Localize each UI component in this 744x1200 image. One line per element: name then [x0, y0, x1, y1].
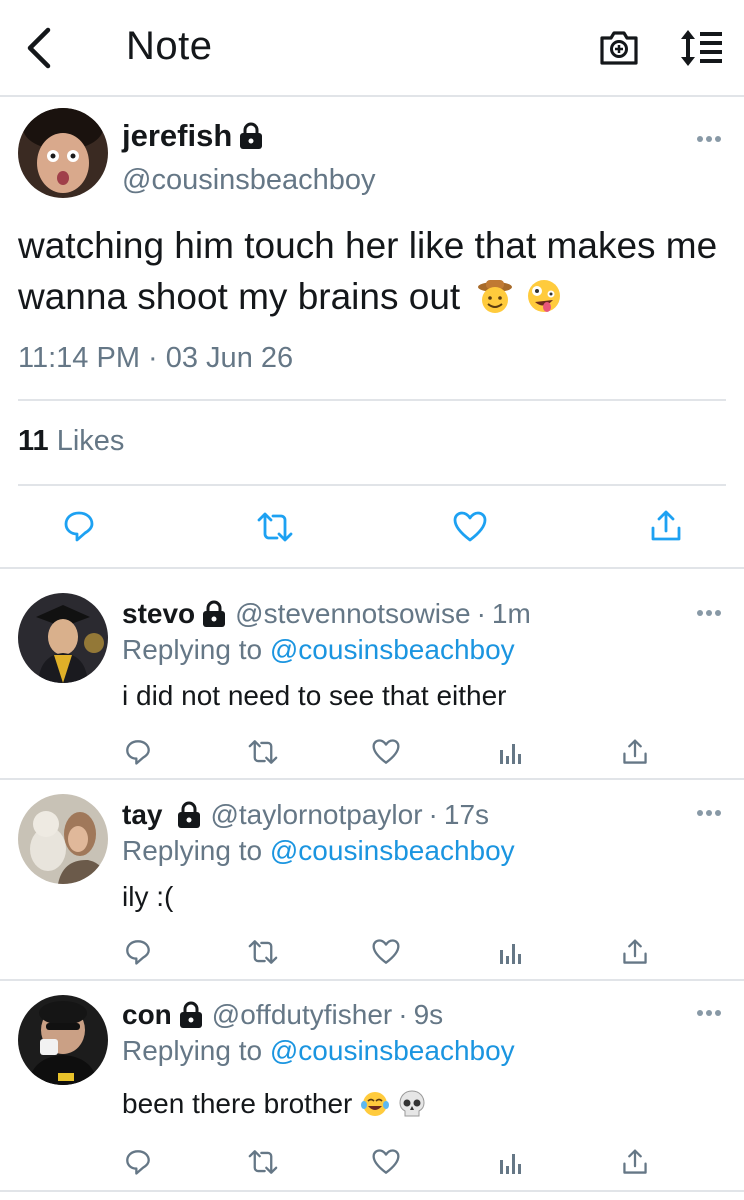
tears-of-joy-emoji: [361, 1092, 390, 1116]
divider: [0, 567, 744, 569]
more-options-icon[interactable]: [696, 808, 722, 818]
lock-icon: [179, 1001, 202, 1028]
reply-author-name[interactable]: con: [122, 999, 172, 1031]
avatar[interactable]: [18, 108, 108, 198]
replying-to-mention[interactable]: @cousinsbeachboy: [270, 634, 515, 665]
sort-icon[interactable]: [678, 24, 726, 72]
like-heart-icon[interactable]: [371, 738, 401, 766]
more-options-icon[interactable]: [696, 134, 722, 144]
reply-author-handle[interactable]: @stevennotsowise: [235, 598, 470, 630]
likes-label: Likes: [56, 425, 125, 457]
tweet-timestamp: 11:14 PM · 03 Jun 26: [18, 342, 294, 374]
replying-to-label: Replying to: [122, 1035, 263, 1066]
like-heart-icon[interactable]: [371, 938, 401, 966]
divider: [18, 399, 726, 401]
more-options-icon[interactable]: [696, 1008, 722, 1018]
avatar[interactable]: [18, 995, 108, 1085]
reply-text: been there brother: [122, 1088, 426, 1120]
more-options-icon[interactable]: [696, 608, 722, 618]
reply-header: con @offdutyfisher · 9s: [122, 999, 443, 1031]
top-bar: Note: [0, 0, 744, 97]
tweet-text: watching him touch her like that makes m…: [18, 220, 734, 322]
reply-text: i did not need to see that either: [122, 680, 507, 711]
avatar[interactable]: [18, 794, 108, 884]
cowboy-face-emoji: [478, 280, 513, 313]
skull-emoji: [399, 1090, 425, 1117]
author-name-text: jerefish: [122, 118, 233, 153]
likes-number: 11: [18, 425, 49, 457]
dot-separator: ·: [398, 999, 408, 1030]
dot-separator: ·: [476, 598, 486, 629]
divider: [18, 484, 726, 486]
replying-to-line: Replying to @cousinsbeachboy: [122, 1035, 515, 1067]
retweet-icon[interactable]: [246, 738, 280, 766]
reply-author-handle[interactable]: @taylornotpaylor: [210, 799, 422, 831]
replying-to-mention[interactable]: @cousinsbeachboy: [270, 1035, 515, 1066]
reply-icon[interactable]: [62, 509, 96, 543]
reply-text-body: been there brother: [122, 1088, 353, 1119]
retweet-icon[interactable]: [246, 938, 280, 966]
reply-author-handle[interactable]: @offdutyfisher: [212, 999, 392, 1031]
author-name[interactable]: jerefish: [122, 118, 264, 154]
like-heart-icon[interactable]: [371, 1148, 401, 1176]
avatar[interactable]: [18, 593, 108, 683]
lock-icon: [240, 122, 263, 149]
lock-icon: [178, 801, 201, 828]
replying-to-label: Replying to: [122, 634, 263, 665]
reply-icon[interactable]: [124, 738, 152, 766]
reply-time: 9s: [413, 999, 444, 1030]
reply-author-name[interactable]: stevo: [122, 598, 195, 630]
divider: [0, 1190, 744, 1192]
reply-header: stevo @stevennotsowise · 1m: [122, 598, 531, 630]
author-handle[interactable]: @cousinsbeachboy: [122, 164, 376, 197]
replying-to-line: Replying to @cousinsbeachboy: [122, 634, 515, 666]
share-icon[interactable]: [650, 508, 682, 544]
likes-count[interactable]: 11 Likes: [18, 425, 124, 458]
divider: [0, 979, 744, 981]
retweet-icon[interactable]: [246, 1148, 280, 1176]
reply-icon[interactable]: [124, 1148, 152, 1176]
divider: [0, 778, 744, 780]
reply-author-name[interactable]: tay: [122, 799, 162, 831]
reply-header: tay @taylornotpaylor · 17s: [122, 799, 489, 831]
replying-to-line: Replying to @cousinsbeachboy: [122, 835, 515, 867]
dot-separator: ·: [428, 799, 438, 830]
reply-time: 1m: [491, 598, 531, 629]
zany-face-emoji: [527, 280, 560, 312]
analytics-icon[interactable]: [498, 740, 522, 766]
replying-to-label: Replying to: [122, 835, 263, 866]
page-title: Note: [126, 24, 213, 68]
reply-icon[interactable]: [124, 938, 152, 966]
share-icon[interactable]: [622, 737, 648, 767]
share-icon[interactable]: [622, 1147, 648, 1177]
like-heart-icon[interactable]: [452, 510, 488, 544]
lock-icon: [203, 600, 226, 627]
reply-time: 17s: [443, 799, 490, 830]
share-icon[interactable]: [622, 937, 648, 967]
analytics-icon[interactable]: [498, 940, 522, 966]
tweet-text-body: watching him touch her like that makes m…: [18, 225, 718, 317]
camera-icon[interactable]: [598, 26, 640, 68]
analytics-icon[interactable]: [498, 1150, 522, 1176]
reply-text: ily :(: [122, 881, 174, 912]
replying-to-mention[interactable]: @cousinsbeachboy: [270, 835, 515, 866]
back-chevron-icon[interactable]: [22, 26, 56, 70]
retweet-icon[interactable]: [255, 510, 295, 544]
